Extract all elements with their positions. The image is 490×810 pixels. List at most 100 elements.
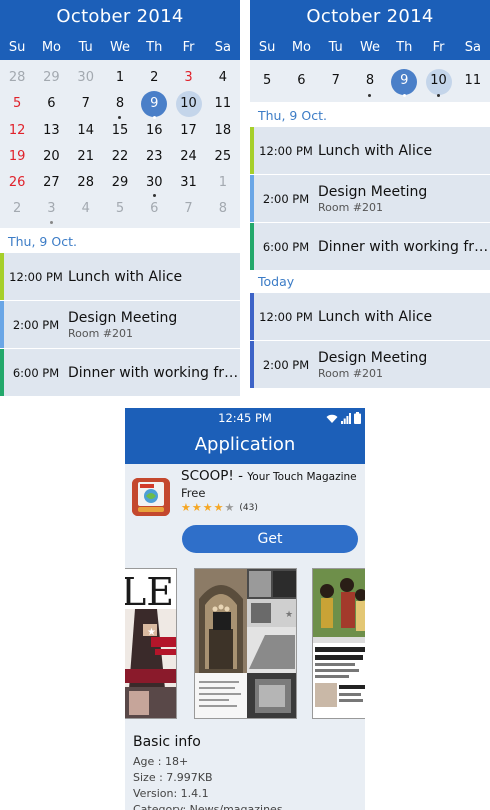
day-cell[interactable]: 11 <box>206 91 240 117</box>
day-cell[interactable]: 28 <box>0 65 34 91</box>
svg-text:★: ★ <box>147 627 156 638</box>
event-color-bar <box>0 253 4 300</box>
day-cell[interactable]: 8 <box>206 196 240 222</box>
day-cell[interactable]: 21 <box>69 144 103 170</box>
event-item[interactable]: 2:00 PM Design Meeting Room #201 <box>0 300 240 348</box>
app-category: Category: News/magazines <box>133 803 283 810</box>
day-cell[interactable]: 4 <box>206 65 240 91</box>
event-dot-icon <box>49 220 53 224</box>
event-time: 12:00 PM <box>9 269 63 284</box>
day-cell[interactable]: 18 <box>206 118 240 144</box>
day-cell[interactable]: 7 <box>319 68 353 96</box>
day-cell[interactable]: 7 <box>171 196 205 222</box>
weekday-label: We <box>109 40 131 55</box>
calendar-header: October 2014 <box>250 0 490 38</box>
day-cell[interactable]: 17 <box>171 118 205 144</box>
day-cell[interactable]: 2 <box>0 196 34 222</box>
svg-text:LE: LE <box>125 570 174 614</box>
day-cell[interactable]: 3 <box>34 196 68 224</box>
event-color-bar <box>250 127 254 174</box>
day-cell[interactable]: 6 <box>284 68 318 96</box>
day-cell[interactable]: 1 <box>206 170 240 196</box>
month-title[interactable]: October 2014 <box>250 0 490 34</box>
agenda-list: Thu, 9 Oct. 12:00 PM Lunch with Alice 2:… <box>0 230 240 396</box>
day-cell[interactable]: 14 <box>69 118 103 144</box>
day-cell[interactable]: 15 <box>103 118 137 144</box>
event-item[interactable]: 2:00 PM Design Meeting Room #201 <box>250 174 490 222</box>
day-cell[interactable]: 23 <box>137 144 171 170</box>
event-color-bar <box>250 223 254 270</box>
day-cell[interactable]: 12 <box>0 118 34 144</box>
day-cell[interactable]: 29 <box>103 170 137 196</box>
day-cell-today[interactable]: 10 <box>421 68 455 97</box>
day-cell[interactable]: 25 <box>206 144 240 170</box>
event-color-bar <box>250 293 254 340</box>
day-cell-selected[interactable]: 9 <box>387 68 421 97</box>
screenshot-carousel[interactable]: LE ★ ★ <box>125 568 365 722</box>
day-cell[interactable]: 30 <box>69 65 103 91</box>
day-cell[interactable]: 19 <box>0 144 34 170</box>
day-cell[interactable]: 2 <box>137 65 171 91</box>
weekday-label: Mo <box>41 40 61 55</box>
calendar-header: October 2014 <box>0 0 240 38</box>
day-cell-holiday[interactable]: 3 <box>171 65 205 91</box>
event-item[interactable]: 6:00 PM Dinner with working friends <box>250 222 490 270</box>
event-location: Room #201 <box>318 200 384 214</box>
day-cell[interactable]: 5 <box>250 68 284 96</box>
weekday-label: Tu <box>328 40 343 55</box>
rating-count: (43) <box>239 503 258 513</box>
day-cell-selected[interactable]: 9 <box>137 91 171 119</box>
day-cell[interactable]: 5 <box>0 91 34 117</box>
event-item[interactable]: 12:00 PM Lunch with Alice <box>250 126 490 174</box>
event-dot-icon <box>368 94 372 97</box>
event-item[interactable]: 2:00 PM Design Meeting Room #201 <box>250 340 490 388</box>
event-time: 2:00 PM <box>262 357 310 372</box>
weekday-label: Th <box>396 40 413 55</box>
day-cell[interactable]: 22 <box>103 144 137 170</box>
week-row: 28 29 30 1 2 3 4 <box>0 65 240 91</box>
month-title[interactable]: October 2014 <box>0 0 240 34</box>
day-cell[interactable]: 8 <box>353 68 387 97</box>
day-cell-today[interactable]: 10 <box>171 91 205 118</box>
week-row: 12 13 14 15 16 17 18 <box>0 118 240 144</box>
day-cell[interactable]: 29 <box>34 65 68 91</box>
week-strip: 5 6 7 8 9 10 11 <box>250 60 490 102</box>
screenshot-thumbnail[interactable]: ★ <box>194 568 297 719</box>
status-bar: 12:45 PM <box>125 408 365 428</box>
scoop-app-icon <box>132 478 170 516</box>
day-cell[interactable]: 5 <box>103 196 137 222</box>
weekday-label: Sa <box>214 40 231 55</box>
day-cell[interactable]: 7 <box>69 91 103 117</box>
svg-text:★: ★ <box>285 610 293 620</box>
event-color-bar <box>250 341 254 388</box>
screenshot-thumbnail[interactable] <box>312 568 365 719</box>
day-cell[interactable]: 1 <box>103 65 137 91</box>
weekday-label: Th <box>146 40 163 55</box>
day-cell[interactable]: 6 <box>137 196 171 222</box>
day-cell[interactable]: 24 <box>171 144 205 170</box>
get-button[interactable]: Get <box>182 525 358 553</box>
event-item[interactable]: 12:00 PM Lunch with Alice <box>0 252 240 300</box>
event-title: Design Meeting <box>318 349 428 366</box>
app-name: SCOOP! - Your Touch Magazine <box>181 468 357 484</box>
day-cell[interactable]: 11 <box>456 68 490 96</box>
day-cell[interactable]: 26 <box>0 170 34 196</box>
screenshot-thumbnail[interactable]: LE ★ <box>125 568 177 719</box>
day-cell[interactable]: 6 <box>34 91 68 117</box>
signal-icon <box>341 413 351 424</box>
event-item[interactable]: 6:00 PM Dinner with working friends <box>0 348 240 396</box>
event-item[interactable]: 12:00 PM Lunch with Alice <box>250 292 490 340</box>
event-title: Dinner with working friends <box>68 364 240 381</box>
weekday-label: Su <box>258 40 276 55</box>
status-icons <box>326 412 361 424</box>
day-cell[interactable]: 16 <box>137 118 171 144</box>
day-cell[interactable]: 30 <box>137 170 171 198</box>
day-cell[interactable]: 27 <box>34 170 68 196</box>
day-cell[interactable]: 13 <box>34 118 68 144</box>
day-cell[interactable]: 31 <box>171 170 205 196</box>
basic-info-section: Basic info Age : 18+ Size : 7.997KB Vers… <box>133 734 283 810</box>
day-cell[interactable]: 4 <box>69 196 103 222</box>
day-cell[interactable]: 28 <box>69 170 103 196</box>
day-cell[interactable]: 8 <box>103 91 137 119</box>
day-cell[interactable]: 20 <box>34 144 68 170</box>
